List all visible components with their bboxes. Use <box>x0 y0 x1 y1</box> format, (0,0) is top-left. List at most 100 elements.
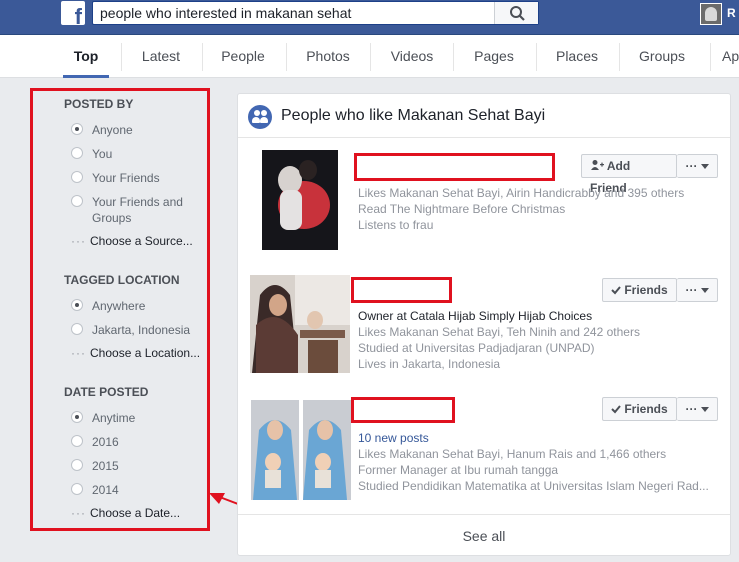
new-posts-link[interactable]: 10 new posts <box>358 430 709 446</box>
filter-option-label: Anywhere <box>92 299 146 313</box>
search-button[interactable] <box>494 2 538 24</box>
more-dots-icon: ··· <box>71 346 86 360</box>
meta-line: Studied Pendidikan Matematika at Univers… <box>358 479 709 493</box>
filter-option-label: 2014 <box>92 483 119 497</box>
meta-line: Former Manager at Ibu rumah tangga <box>358 463 559 477</box>
meta-line: Listens to frau <box>358 218 434 232</box>
tab-divider <box>202 43 203 71</box>
search-icon <box>510 6 525 21</box>
tab-apps[interactable]: Ap <box>722 35 739 78</box>
radio-icon[interactable] <box>71 147 83 159</box>
radio-icon[interactable] <box>71 195 83 207</box>
search-box[interactable] <box>92 1 539 25</box>
chevron-down-icon <box>700 288 709 294</box>
filter-option-label: Your Friends and Groups <box>92 195 183 225</box>
filter-heading-posted-by: POSTED BY <box>64 97 134 111</box>
user-avatar[interactable] <box>700 3 722 25</box>
tab-people[interactable]: People <box>212 35 274 78</box>
meta-line: Studied at Universitas Padjadjaran (UNPA… <box>358 341 595 355</box>
meta-line: Likes Makanan Sehat Bayi, Teh Ninih and … <box>358 325 640 339</box>
radio-icon[interactable] <box>71 459 83 471</box>
meta-headline: Owner at Catala Hijab Simply Hijab Choic… <box>358 309 593 323</box>
friends-label: Friends <box>624 402 668 416</box>
facebook-logo-icon[interactable]: f <box>61 1 85 28</box>
friends-label: Friends <box>624 283 668 297</box>
list-item: Friends ··· 10 new posts Likes Makanan S… <box>238 397 730 502</box>
filter-option-label: Anytime <box>92 411 136 425</box>
top-bar: f R <box>0 0 739 35</box>
radio-icon[interactable] <box>71 171 83 183</box>
add-friend-icon <box>591 160 604 170</box>
more-options-label: ··· <box>685 159 698 173</box>
filter-option-label: You <box>92 147 113 161</box>
meta-line: Lives in Jakarta, Indonesia <box>358 357 501 371</box>
tab-divider <box>619 43 620 71</box>
search-tabs: Top Latest People Photos Videos Pages Pl… <box>0 35 739 78</box>
see-all-link[interactable]: See all <box>238 514 730 556</box>
tab-groups[interactable]: Groups <box>628 35 696 78</box>
friends-button[interactable]: Friends <box>602 278 677 302</box>
tab-latest[interactable]: Latest <box>132 35 190 78</box>
more-options-button[interactable]: ··· <box>677 154 718 178</box>
more-options-button[interactable]: ··· <box>677 278 718 302</box>
person-meta: Owner at Catala Hijab Simply Hijab Choic… <box>358 308 640 372</box>
radio-icon[interactable] <box>71 435 83 447</box>
radio-icon[interactable] <box>71 483 83 495</box>
radio-icon[interactable] <box>71 323 83 335</box>
radio-checked-icon[interactable] <box>71 299 83 311</box>
tab-divider <box>121 43 122 71</box>
filter-heading-date-posted: DATE POSTED <box>64 385 149 399</box>
profile-photo[interactable] <box>250 275 350 373</box>
tab-divider <box>286 43 287 71</box>
tab-places[interactable]: Places <box>546 35 608 78</box>
radio-checked-icon[interactable] <box>71 411 83 423</box>
checkmark-icon <box>611 286 621 295</box>
card-header: People who like Makanan Sehat Bayi <box>238 94 730 138</box>
tab-pages[interactable]: Pages <box>463 35 525 78</box>
more-options-label: ··· <box>685 283 698 297</box>
add-friend-button[interactable]: Add Friend <box>581 154 677 195</box>
redacted-name[interactable] <box>351 397 455 423</box>
list-item: Friends ··· Owner at Catala Hijab Simply… <box>238 275 730 375</box>
search-filters: POSTED BY Anyone You Your Friends Your F… <box>30 88 210 531</box>
people-results-card: People who like Makanan Sehat Bayi Add F… <box>237 93 731 556</box>
choose-location-label: Choose a Location... <box>90 346 201 360</box>
card-title[interactable]: People who like Makanan Sehat Bayi <box>281 107 545 125</box>
chevron-down-icon <box>700 407 709 413</box>
friends-button[interactable]: Friends <box>602 397 677 421</box>
choose-date-link[interactable]: ··· Choose a Date... <box>71 506 180 520</box>
redacted-name[interactable] <box>354 153 555 181</box>
tab-divider <box>370 43 371 71</box>
meta-line: Read The Nightmare Before Christmas <box>358 202 566 216</box>
profile-photo-image <box>262 150 338 250</box>
radio-checked-icon[interactable] <box>71 123 83 135</box>
tab-videos[interactable]: Videos <box>381 35 443 78</box>
tab-top[interactable]: Top <box>63 35 109 78</box>
filter-option-label: 2016 <box>92 435 119 449</box>
filter-option-label: Your Friends <box>92 171 160 185</box>
choose-date-label: Choose a Date... <box>90 506 181 520</box>
profile-photo-image <box>251 400 351 500</box>
checkmark-icon <box>611 405 621 414</box>
redacted-name[interactable] <box>351 277 452 303</box>
people-icon <box>248 105 272 129</box>
filter-heading-tagged-location: TAGGED LOCATION <box>64 273 180 287</box>
user-name[interactable]: R <box>727 6 736 20</box>
profile-photo[interactable] <box>262 150 338 250</box>
more-dots-icon: ··· <box>71 234 86 248</box>
filter-option-label: Jakarta, Indonesia <box>92 323 191 337</box>
profile-photo-image <box>250 275 350 373</box>
more-options-button[interactable]: ··· <box>677 397 718 421</box>
profile-photo[interactable] <box>251 400 351 500</box>
list-item: Add Friend ··· Likes Makanan Sehat Bayi,… <box>238 150 730 260</box>
search-input[interactable] <box>93 2 493 24</box>
choose-source-link[interactable]: ··· Choose a Source... <box>71 234 193 248</box>
tab-divider <box>453 43 454 71</box>
more-options-label: ··· <box>685 402 698 416</box>
person-meta: 10 new posts Likes Makanan Sehat Bayi, H… <box>358 430 709 494</box>
filter-option-label: 2015 <box>92 459 119 473</box>
tab-photos[interactable]: Photos <box>297 35 359 78</box>
meta-line: Likes Makanan Sehat Bayi, Airin Handicra… <box>358 186 685 200</box>
tab-divider <box>536 43 537 71</box>
choose-location-link[interactable]: ··· Choose a Location... <box>71 346 200 360</box>
